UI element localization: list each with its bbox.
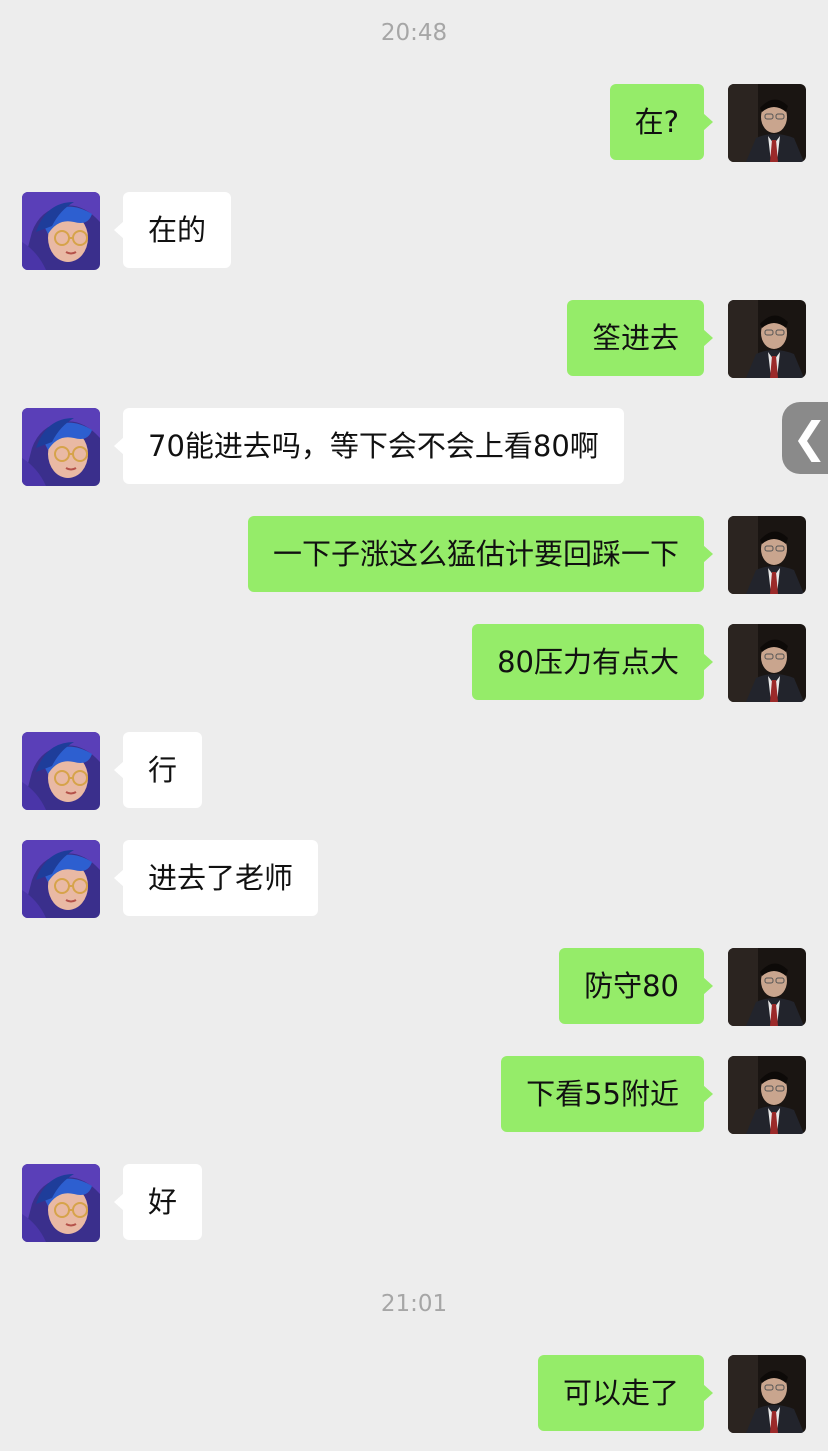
message-row-sent: 80压力有点大 (0, 624, 828, 702)
my-avatar[interactable] (728, 624, 806, 702)
received-message-bubble[interactable]: 行 (113, 732, 203, 808)
message-row-received: 行 (0, 732, 828, 810)
chat-thread[interactable]: 20:48 在? 在的 筌进去 70能进去吗，等下会不会上看80啊 一下子涨这么… (0, 0, 828, 1451)
message-row-received: 在的 (0, 192, 828, 270)
received-message-bubble[interactable]: 好 (113, 1164, 203, 1240)
contact-avatar[interactable] (22, 732, 100, 810)
sent-message-bubble[interactable]: 在? (609, 84, 714, 160)
my-avatar[interactable] (728, 300, 806, 378)
message-row-received: 好 (0, 1164, 828, 1242)
contact-avatar[interactable] (22, 1164, 100, 1242)
chevron-left-icon: ❮ (792, 413, 828, 462)
my-avatar[interactable] (728, 1355, 806, 1433)
message-row-sent: 筌进去 (0, 300, 828, 378)
sent-message-bubble[interactable]: 下看55附近 (501, 1056, 713, 1132)
sent-message-bubble[interactable]: 防守80 (559, 948, 713, 1024)
my-avatar[interactable] (728, 948, 806, 1026)
side-drawer-handle[interactable]: ❮ (782, 402, 828, 474)
sent-message-bubble[interactable]: 可以走了 (537, 1355, 714, 1431)
contact-avatar[interactable] (22, 192, 100, 270)
timestamp: 20:48 (380, 20, 448, 46)
message-row-sent: 一下子涨这么猛估计要回踩一下 (0, 516, 828, 594)
received-message-bubble[interactable]: 进去了老师 (113, 840, 319, 916)
received-message-bubble[interactable]: 在的 (113, 192, 232, 268)
received-message-bubble[interactable]: 70能进去吗，等下会不会上看80啊 (114, 408, 624, 484)
my-avatar[interactable] (728, 84, 806, 162)
sent-message-bubble[interactable]: 筌进去 (566, 300, 714, 376)
message-row-sent: 可以走了 (0, 1355, 828, 1433)
message-row-received: 70能进去吗，等下会不会上看80啊 (0, 408, 828, 486)
message-row-sent: 在? (0, 84, 828, 162)
sent-message-bubble[interactable]: 一下子涨这么猛估计要回踩一下 (247, 516, 714, 592)
contact-avatar[interactable] (22, 840, 100, 918)
my-avatar[interactable] (728, 516, 806, 594)
contact-avatar[interactable] (22, 408, 100, 486)
timestamp: 21:01 (380, 1291, 448, 1317)
message-row-sent: 下看55附近 (0, 1056, 828, 1134)
message-row-sent: 防守80 (0, 948, 828, 1026)
message-row-received: 进去了老师 (0, 840, 828, 918)
sent-message-bubble[interactable]: 80压力有点大 (472, 624, 713, 700)
my-avatar[interactable] (728, 1056, 806, 1134)
